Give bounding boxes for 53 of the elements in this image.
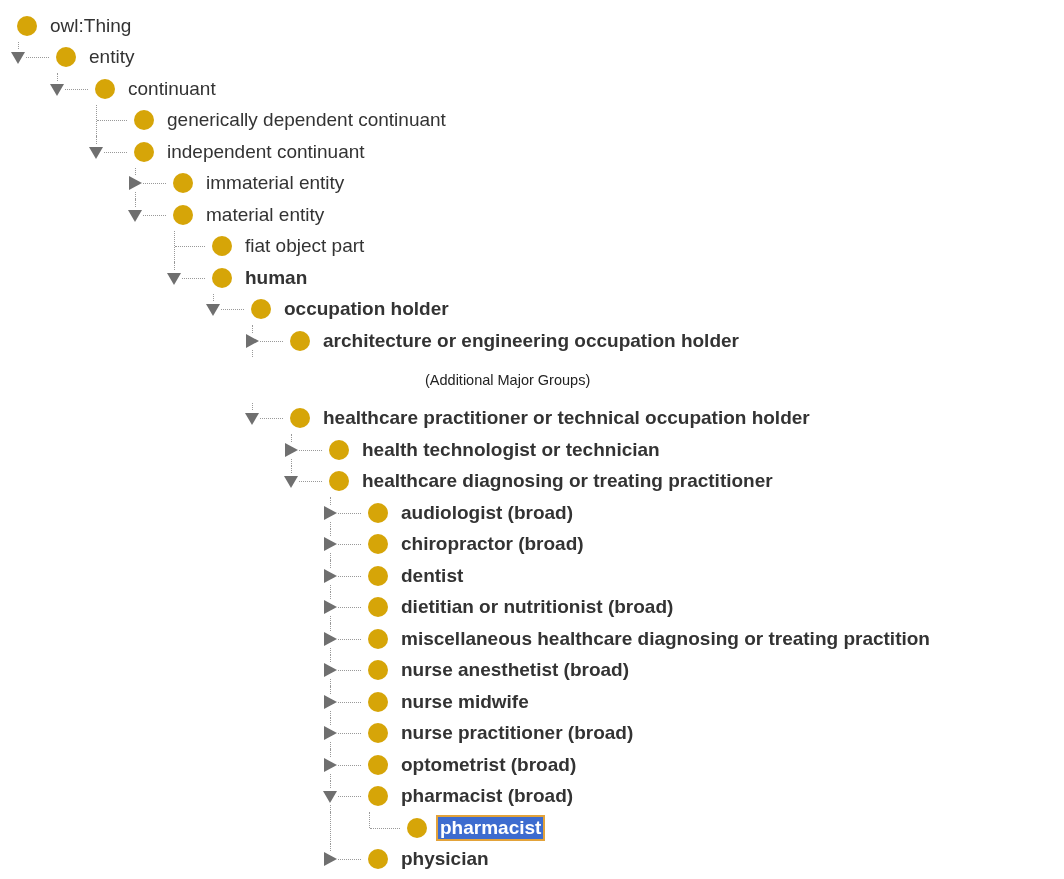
tree-item[interactable]: dentist <box>397 562 468 589</box>
tree-item[interactable]: entity <box>85 44 139 71</box>
tree-item[interactable]: nurse practitioner (broad) <box>397 720 638 747</box>
tree-item[interactable]: occupation holder <box>280 296 453 323</box>
tree-item[interactable]: health technologist or technician <box>358 436 664 463</box>
dot-icon <box>290 330 310 351</box>
tree-item[interactable]: generically dependent continuant <box>163 107 450 134</box>
tree-item[interactable]: human <box>241 264 312 291</box>
tree-item[interactable]: continuant <box>124 75 220 102</box>
tree-item[interactable]: nurse anesthetist (broad) <box>397 657 634 684</box>
dot-icon <box>212 236 232 257</box>
tree-item[interactable]: healthcare practitioner or technical occupation holder <box>319 405 814 432</box>
dot-icon <box>368 786 388 807</box>
dot-icon <box>368 628 388 649</box>
dot-icon <box>368 660 388 681</box>
tree-item[interactable]: chiropractor (broad) <box>397 531 588 558</box>
tree-item[interactable]: pharmacist (broad) <box>397 783 578 810</box>
dot-icon <box>134 110 154 131</box>
dot-icon <box>329 439 349 460</box>
dot-icon <box>173 204 193 225</box>
dot-icon <box>368 691 388 712</box>
dot-icon <box>368 534 388 555</box>
dot-icon <box>368 565 388 586</box>
dot-icon <box>290 408 310 429</box>
tree-item[interactable]: healthcare diagnosing or treating practitioner <box>358 468 777 495</box>
dot-icon <box>173 173 193 194</box>
dot-icon <box>368 502 388 523</box>
dot-icon <box>251 299 271 320</box>
tree-item[interactable]: owl:Thing <box>46 12 136 39</box>
tree-item[interactable]: optometrist (broad) <box>397 751 581 778</box>
tree-item[interactable]: physician <box>397 846 493 873</box>
tree-item[interactable]: fiat object part <box>241 233 369 260</box>
dot-icon <box>368 849 388 870</box>
tree-item[interactable]: nurse midwife <box>397 688 533 715</box>
dot-icon <box>56 47 76 68</box>
group-note: (Additional Major Groups) <box>425 371 591 388</box>
dot-icon <box>134 141 154 162</box>
tree-item[interactable]: audiologist (broad) <box>397 499 578 526</box>
tree-item[interactable]: material entity <box>202 201 329 228</box>
tree-item[interactable]: pharmacist <box>436 814 546 841</box>
dot-icon <box>407 817 427 838</box>
tree-item[interactable]: architecture or engineering occupation holder <box>319 327 743 354</box>
tree-item[interactable]: dietitian or nutritionist (broad) <box>397 594 678 621</box>
dot-icon <box>212 267 232 288</box>
tree-item[interactable]: independent continuant <box>163 138 369 165</box>
dot-icon <box>368 723 388 744</box>
dot-icon <box>329 471 349 492</box>
dot-icon <box>368 754 388 775</box>
dot-icon <box>95 78 115 99</box>
tree-item[interactable]: miscellaneous healthcare diagnosing or treating practition <box>397 625 934 652</box>
dot-icon <box>368 597 388 618</box>
tree-item[interactable]: immaterial entity <box>202 170 349 197</box>
dot-icon <box>17 15 37 36</box>
